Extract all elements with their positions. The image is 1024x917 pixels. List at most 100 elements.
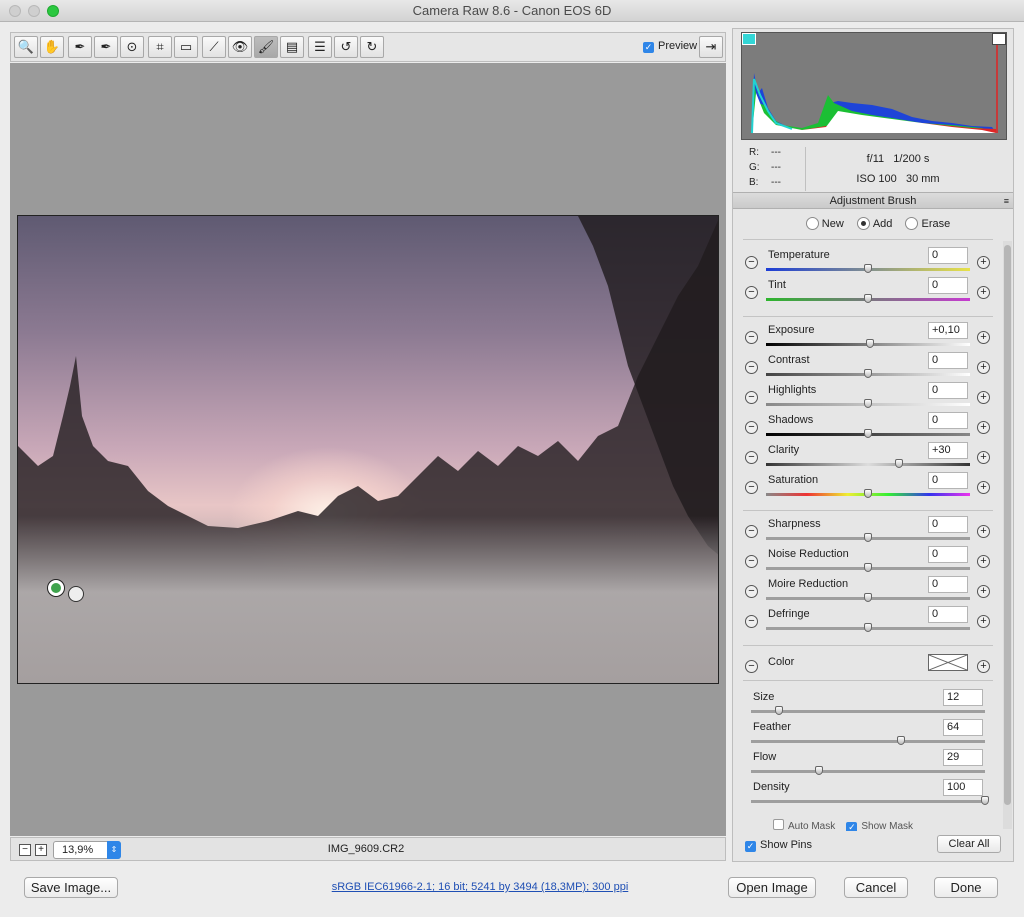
size-slider[interactable] xyxy=(751,706,985,715)
zoom-level-select[interactable]: 13,9% ⇕ xyxy=(53,841,121,859)
tint-slider-thumb[interactable] xyxy=(864,294,872,303)
maximize-window-button[interactable] xyxy=(47,5,59,17)
color-plus-icon[interactable]: + xyxy=(977,660,990,673)
moire-reduction-plus-icon[interactable]: + xyxy=(977,585,990,598)
contrast-plus-icon[interactable]: + xyxy=(977,361,990,374)
size-value[interactable]: 12 xyxy=(943,689,983,706)
cancel-button[interactable]: Cancel xyxy=(844,877,908,898)
defringe-value[interactable]: 0 xyxy=(928,606,968,623)
contrast-slider-thumb[interactable] xyxy=(864,369,872,378)
minimize-window-button[interactable] xyxy=(28,5,40,17)
scrollbar-thumb[interactable] xyxy=(1004,245,1011,805)
saturation-plus-icon[interactable]: + xyxy=(977,481,990,494)
saturation-minus-icon[interactable]: − xyxy=(745,481,758,494)
zoom-tool-button[interactable]: 🔍 xyxy=(14,36,38,58)
highlights-minus-icon[interactable]: − xyxy=(745,391,758,404)
contrast-slider[interactable] xyxy=(766,369,970,378)
defringe-slider-thumb[interactable] xyxy=(864,623,872,632)
feather-slider-thumb[interactable] xyxy=(896,736,905,745)
save-image-button[interactable]: Save Image... xyxy=(24,877,118,898)
red-eye-tool-button[interactable]: 👁 xyxy=(228,36,252,58)
clear-all-button[interactable]: Clear All xyxy=(937,835,1001,853)
targeted-adjustment-tool-button[interactable]: ⊙ xyxy=(120,36,144,58)
moire-reduction-slider[interactable] xyxy=(766,593,970,602)
flow-value[interactable]: 29 xyxy=(943,749,983,766)
clarity-plus-icon[interactable]: + xyxy=(977,451,990,464)
sharpness-slider-thumb[interactable] xyxy=(864,533,872,542)
shadows-plus-icon[interactable]: + xyxy=(977,421,990,434)
rotate-ccw-tool-button[interactable]: ↺ xyxy=(334,36,358,58)
adjustment-pin[interactable] xyxy=(48,580,64,596)
photo-preview[interactable] xyxy=(17,215,719,684)
panel-menu-icon[interactable]: ≡ xyxy=(1004,193,1009,209)
tint-minus-icon[interactable]: − xyxy=(745,286,758,299)
noise-reduction-plus-icon[interactable]: + xyxy=(977,555,990,568)
density-value[interactable]: 100 xyxy=(943,779,983,796)
noise-reduction-minus-icon[interactable]: − xyxy=(745,555,758,568)
saturation-slider[interactable] xyxy=(766,489,970,498)
highlights-slider-thumb[interactable] xyxy=(864,399,872,408)
preferences-tool-button[interactable]: ☰ xyxy=(308,36,332,58)
sharpness-value[interactable]: 0 xyxy=(928,516,968,533)
clarity-minus-icon[interactable]: − xyxy=(745,451,758,464)
moire-reduction-value[interactable]: 0 xyxy=(928,576,968,593)
clarity-slider[interactable] xyxy=(766,459,970,468)
shadows-value[interactable]: 0 xyxy=(928,412,968,429)
color-minus-icon[interactable]: − xyxy=(745,660,758,673)
moire-reduction-minus-icon[interactable]: − xyxy=(745,585,758,598)
feather-value[interactable]: 64 xyxy=(943,719,983,736)
density-slider-thumb[interactable] xyxy=(981,796,989,805)
sharpness-minus-icon[interactable]: − xyxy=(745,525,758,538)
adjustment-brush-tool-button[interactable]: 🖌 xyxy=(254,36,278,58)
workflow-options-link[interactable]: sRGB IEC61966-2.1; 16 bit; 5241 by 3494 … xyxy=(322,881,638,893)
rotate-cw-tool-button[interactable]: ↻ xyxy=(360,36,384,58)
show-mask-checkbox[interactable]: ✓ xyxy=(846,822,858,831)
density-slider[interactable] xyxy=(751,796,989,805)
zoom-in-button[interactable]: + xyxy=(35,844,47,856)
preview-toggle[interactable]: ✓ Preview xyxy=(643,40,697,53)
hand-tool-button[interactable]: ✋ xyxy=(40,36,64,58)
mode-new-radio[interactable] xyxy=(805,217,819,230)
defringe-plus-icon[interactable]: + xyxy=(977,615,990,628)
noise-reduction-slider-thumb[interactable] xyxy=(864,563,872,572)
defringe-minus-icon[interactable]: − xyxy=(745,615,758,628)
zoom-out-button[interactable]: − xyxy=(19,844,31,856)
highlights-plus-icon[interactable]: + xyxy=(977,391,990,404)
highlights-value[interactable]: 0 xyxy=(928,382,968,399)
preview-checkbox[interactable]: ✓ xyxy=(643,42,654,53)
show-pins-toggle[interactable]: ✓ Show Pins xyxy=(745,839,812,852)
shadows-minus-icon[interactable]: − xyxy=(745,421,758,434)
tint-slider[interactable] xyxy=(766,294,970,303)
clarity-value[interactable]: +30 xyxy=(928,442,968,459)
white-balance-tool-button[interactable]: ✒ xyxy=(68,36,92,58)
crop-tool-button[interactable]: ⌗ xyxy=(148,36,172,58)
moire-reduction-slider-thumb[interactable] xyxy=(864,593,872,602)
open-image-button[interactable]: Open Image xyxy=(728,877,816,898)
contrast-minus-icon[interactable]: − xyxy=(745,361,758,374)
highlight-clipping-warning[interactable] xyxy=(992,33,1006,45)
exposure-plus-icon[interactable]: + xyxy=(977,331,990,344)
graduated-filter-tool-button[interactable]: ▤ xyxy=(280,36,304,58)
exposure-slider-thumb[interactable] xyxy=(866,339,875,348)
spot-removal-tool-button[interactable]: ⟋ xyxy=(202,36,226,58)
close-window-button[interactable] xyxy=(9,5,21,17)
sharpness-plus-icon[interactable]: + xyxy=(977,525,990,538)
temperature-value[interactable]: 0 xyxy=(928,247,968,264)
defringe-slider[interactable] xyxy=(766,623,970,632)
highlights-slider[interactable] xyxy=(766,399,970,408)
tint-value[interactable]: 0 xyxy=(928,277,968,294)
flow-slider-thumb[interactable] xyxy=(814,766,823,775)
mode-add-radio[interactable] xyxy=(856,217,870,230)
color-swatch[interactable] xyxy=(928,654,968,671)
fullscreen-toggle-button[interactable]: ⇥ xyxy=(699,36,723,58)
shadows-slider-thumb[interactable] xyxy=(864,429,872,438)
saturation-value[interactable]: 0 xyxy=(928,472,968,489)
temperature-plus-icon[interactable]: + xyxy=(977,256,990,269)
size-slider-thumb[interactable] xyxy=(775,706,784,715)
straighten-tool-button[interactable]: ▭ xyxy=(174,36,198,58)
panel-scrollbar[interactable] xyxy=(1003,241,1012,829)
temperature-minus-icon[interactable]: − xyxy=(745,256,758,269)
color-sampler-tool-button[interactable]: ✒ xyxy=(94,36,118,58)
done-button[interactable]: Done xyxy=(934,877,998,898)
saturation-slider-thumb[interactable] xyxy=(864,489,872,498)
